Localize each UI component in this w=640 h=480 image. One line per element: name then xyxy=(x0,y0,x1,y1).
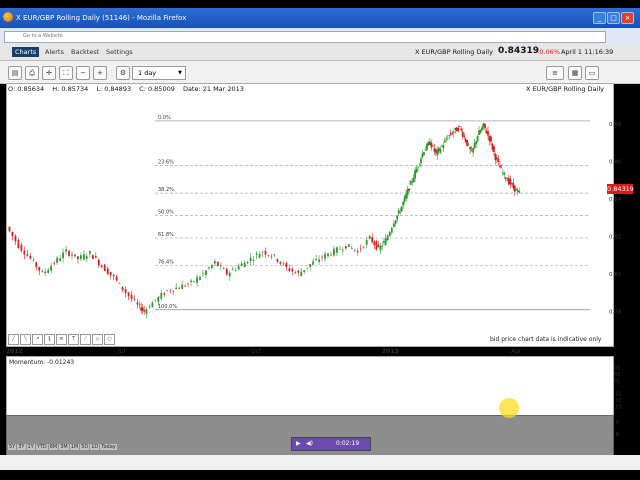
ohlc-close: C: 0.85009 xyxy=(139,85,175,93)
maximize-button[interactable]: □ xyxy=(607,12,620,24)
range-1y[interactable]: 1Y xyxy=(26,444,35,450)
range-5d[interactable]: 5D xyxy=(80,444,90,450)
text-tool-icon[interactable]: T xyxy=(68,334,79,345)
address-bar: Go to a Website xyxy=(0,28,640,44)
app-window: X EUR/GBP Rolling Daily (51146) - Mozill… xyxy=(0,0,640,480)
chart-title: X EUR/GBP Rolling Daily xyxy=(526,85,604,93)
url-placeholder: Go to a Website xyxy=(23,33,63,39)
range-6m[interactable]: 6M xyxy=(48,444,59,450)
firefox-icon xyxy=(3,12,13,22)
close-button[interactable]: × xyxy=(621,12,634,24)
chevron-down-icon: ▼ xyxy=(178,70,182,76)
line-tool-icon[interactable]: ╱ xyxy=(8,334,19,345)
settings-gear-icon[interactable]: ⚙ xyxy=(116,66,130,80)
zoom-fit-icon[interactable]: ⛶ xyxy=(59,66,73,80)
indicator-menu-icon[interactable]: ≡ xyxy=(546,66,564,80)
indicative-note: bid price chart data is indicative only xyxy=(490,336,602,343)
arrow-tool-icon[interactable]: ↗ xyxy=(32,334,43,345)
quote-price: 0.84319 xyxy=(498,46,539,56)
x-tick-label: Jul xyxy=(117,348,126,355)
x-tick-label: Apr xyxy=(511,348,522,355)
range-3y[interactable]: 3Y xyxy=(17,444,26,450)
current-price-badge: 0.84319 xyxy=(607,184,634,194)
ray-tool-icon[interactable]: ⟋ xyxy=(80,334,91,345)
quote-datetime: April 1 11:16:39 xyxy=(561,48,614,56)
chart-type-icon[interactable]: ▤ xyxy=(8,66,22,80)
minimize-button[interactable]: _ xyxy=(593,12,606,24)
zoom-in-icon[interactable]: + xyxy=(93,66,107,80)
interval-value: 1 day xyxy=(138,69,157,77)
trend-tool-icon[interactable]: ╲ xyxy=(20,334,31,345)
player-time: 0:02:19 xyxy=(336,440,360,447)
title-bar: X EUR/GBP Rolling Daily (51146) - Mozill… xyxy=(0,8,640,28)
circle-tool-icon[interactable]: ○ xyxy=(104,334,115,345)
range-5y[interactable]: 5Y xyxy=(8,444,17,450)
interval-select[interactable]: 1 day ▼ xyxy=(132,66,186,80)
quote-change: -0.06% xyxy=(537,48,560,56)
print-icon[interactable]: ⎙ xyxy=(25,66,39,80)
window-layout-icon[interactable]: ▭ xyxy=(585,66,599,80)
ohlc-low: L: 0.84893 xyxy=(96,85,132,93)
window-title: X EUR/GBP Rolling Daily (51146) - Mozill… xyxy=(16,14,187,22)
tab-settings[interactable]: Settings xyxy=(106,48,133,56)
quote-instrument: X EUR/GBP Rolling Daily xyxy=(415,48,493,56)
volume-icon[interactable]: ◀) xyxy=(306,438,313,450)
x-tick-label: 2013 xyxy=(382,348,399,355)
bottom-bar xyxy=(0,455,640,470)
ohlc-high: H: 0.85734 xyxy=(52,85,89,93)
url-input[interactable]: Go to a Website xyxy=(4,31,606,43)
tab-charts[interactable]: Charts xyxy=(12,47,40,57)
range-ytd[interactable]: YTD xyxy=(35,444,48,450)
app-nav-bar: Charts Alerts Backtest Settings X EUR/GB… xyxy=(0,44,640,61)
shape-tool-icon[interactable]: ◇ xyxy=(92,334,103,345)
momentum-panel[interactable] xyxy=(6,356,614,416)
crosshair-icon[interactable]: ✛ xyxy=(42,66,56,80)
tab-alerts[interactable]: Alerts xyxy=(45,48,64,56)
tab-backtest[interactable]: Backtest xyxy=(71,48,99,56)
video-player-bar[interactable]: ▶ ◀) 0:02:19 xyxy=(291,437,371,451)
chart-toolbar: ▤ ⎙ ✛ ⛶ − + ⚙ 1 day ▼ ≡ ▦ ▭ xyxy=(0,61,640,84)
ohlc-date: Date: 21 Mar 2013 xyxy=(182,85,244,93)
range-3m[interactable]: 3M xyxy=(59,444,69,450)
channel-tool-icon[interactable]: ∥ xyxy=(44,334,55,345)
play-icon[interactable]: ▶ xyxy=(296,438,301,450)
range-today[interactable]: Today xyxy=(100,444,117,450)
ohlc-open: O: 0.85634 xyxy=(8,85,45,93)
range-1d[interactable]: 1D xyxy=(90,444,100,450)
zoom-out-icon[interactable]: − xyxy=(76,66,90,80)
price-chart-panel[interactable] xyxy=(6,83,614,347)
range-buttons: 5Y 3Y 1Y YTD 6M 3M 1M 5D 1D Today xyxy=(8,444,118,450)
momentum-label: Momentum: -0.01243 xyxy=(9,359,75,366)
layout-icon[interactable]: ▦ xyxy=(568,66,582,80)
ohlc-readout: O: 0.85634 H: 0.85734 L: 0.84893 C: 0.85… xyxy=(8,85,250,93)
x-tick-label: Oct xyxy=(251,348,262,355)
range-1m[interactable]: 1M xyxy=(69,444,80,450)
mouse-cursor-highlight xyxy=(499,398,519,418)
x-tick-label: 2012 xyxy=(6,348,23,355)
fib-tool-icon[interactable]: ≡ xyxy=(56,334,67,345)
